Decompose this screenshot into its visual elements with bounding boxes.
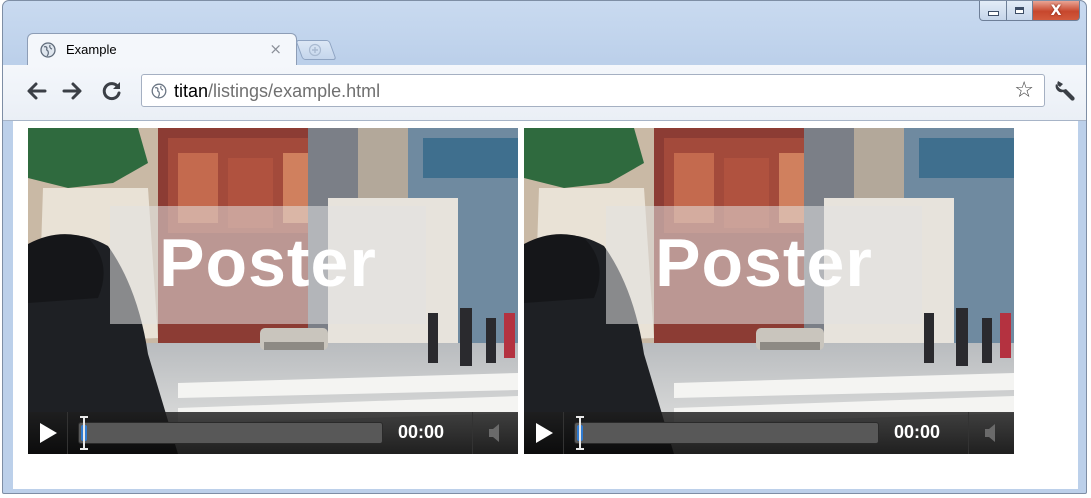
close-icon: X	[1050, 2, 1062, 19]
back-arrow-icon	[27, 82, 47, 100]
mute-button[interactable]	[968, 412, 1014, 454]
time-display: 00:00	[894, 422, 941, 442]
new-tab-icon	[308, 43, 322, 57]
poster-overlay: Poster	[110, 206, 426, 324]
mute-button[interactable]	[472, 412, 518, 454]
maximize-button[interactable]	[1007, 1, 1033, 21]
globe-icon	[40, 42, 56, 58]
reload-icon	[102, 82, 121, 101]
poster-overlay: Poster	[606, 206, 922, 324]
url-host: titan	[174, 81, 209, 101]
tab-close-icon[interactable]: ×	[269, 40, 282, 58]
seek-bar[interactable]	[574, 422, 879, 444]
scrub-handle[interactable]	[574, 415, 586, 451]
poster-label: Poster	[159, 225, 377, 301]
tab-title: Example	[66, 42, 117, 57]
seek-bar[interactable]	[78, 422, 383, 444]
play-icon	[536, 423, 553, 443]
window-controls: X	[979, 1, 1080, 21]
page-globe-icon	[151, 83, 167, 99]
minimize-icon	[987, 10, 999, 16]
poster-label: Poster	[655, 225, 873, 301]
speaker-icon	[985, 424, 995, 442]
back-button[interactable]	[23, 78, 49, 104]
minimize-button[interactable]	[979, 1, 1007, 21]
url-text: titan/listings/example.html	[174, 81, 380, 102]
video-controls: 00:00	[524, 412, 1014, 454]
play-button[interactable]	[28, 412, 68, 454]
wrench-menu-button[interactable]	[1053, 78, 1079, 104]
scrub-handle[interactable]	[78, 415, 90, 451]
bookmark-star-icon[interactable]: ☆	[1014, 78, 1034, 103]
forward-button[interactable]	[60, 78, 86, 104]
close-window-button[interactable]: X	[1033, 1, 1080, 21]
tab-example[interactable]: Example ×	[27, 33, 297, 66]
video-player[interactable]: Poster 00:00	[28, 128, 518, 454]
maximize-icon	[1015, 7, 1024, 14]
play-button[interactable]	[524, 412, 564, 454]
wrench-icon	[1055, 81, 1075, 101]
video-controls: 00:00	[28, 412, 518, 454]
reload-button[interactable]	[99, 78, 125, 104]
video-player[interactable]: Poster 00:00	[524, 128, 1014, 454]
url-path: /listings/example.html	[208, 81, 381, 101]
time-display: 00:00	[398, 422, 445, 442]
browser-window: X Example × titan/listings/example.html …	[2, 0, 1087, 494]
toolbar: titan/listings/example.html ☆	[3, 65, 1086, 121]
forward-arrow-icon	[62, 82, 82, 100]
play-icon	[40, 423, 57, 443]
address-bar[interactable]: titan/listings/example.html ☆	[141, 74, 1045, 107]
speaker-icon	[489, 424, 499, 442]
page-content: Poster 00:00 Poster 00:00	[13, 121, 1078, 489]
